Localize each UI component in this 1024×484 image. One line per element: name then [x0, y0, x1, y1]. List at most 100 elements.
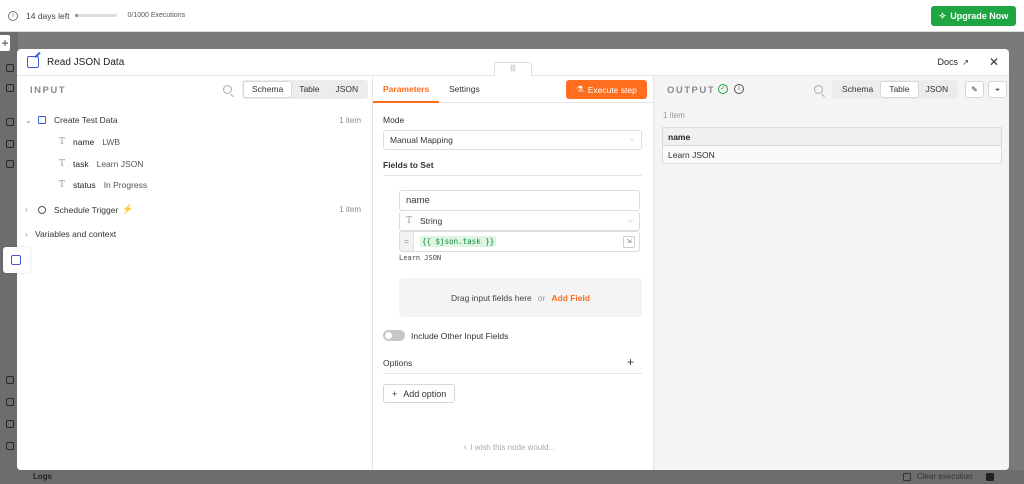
mode-label: Mode — [383, 115, 405, 125]
close-icon[interactable]: ✕ — [989, 55, 999, 69]
field-value: LWB — [102, 137, 121, 147]
output-view-schema[interactable]: Schema — [834, 82, 881, 97]
node-details-modal: Read JSON Data Docs ↗ ✕ ||| INPUT Schema… — [17, 49, 1009, 470]
schema-field-task[interactable]: T task Learn JSON — [59, 159, 143, 169]
add-option-label: Add option — [403, 388, 447, 399]
input-view-table[interactable]: Table — [291, 82, 327, 97]
input-view-schema[interactable]: Schema — [244, 82, 292, 97]
output-panel: OUTPUT ✓ i Schema Table JSON ✎ ⌖ 1 item … — [654, 76, 1009, 470]
tab-settings[interactable]: Settings — [449, 84, 480, 94]
table-header-cell[interactable]: name — [662, 127, 1002, 146]
table-row: Learn JSON — [662, 145, 1002, 164]
canvas-node-shortcut[interactable] — [3, 247, 30, 273]
logs-label[interactable]: Logs — [33, 472, 52, 481]
chevron-right-icon[interactable]: › — [25, 205, 35, 214]
edit-output-icon[interactable]: ✎ — [965, 81, 984, 98]
add-field-link[interactable]: Add Field — [551, 293, 590, 303]
drop-text: Drag input fields here — [450, 292, 532, 303]
field-key: status — [73, 180, 96, 190]
info-icon[interactable]: i — [734, 84, 744, 94]
execute-step-label: Execute step — [587, 84, 637, 95]
field-value-expression[interactable]: = {{ $json.task }} ⇲ — [399, 231, 640, 252]
tree-node-label: Schedule Trigger — [54, 204, 119, 215]
input-view-switcher: Schema Table JSON — [242, 80, 369, 99]
upgrade-now-button[interactable]: ✧ Upgrade Now — [931, 6, 1016, 26]
drag-handle[interactable]: ||| — [494, 62, 532, 76]
execute-step-button[interactable]: ⚗ Execute step — [566, 80, 647, 99]
upgrade-label: Upgrade Now — [950, 11, 1009, 21]
mode-value: Manual Mapping — [390, 135, 453, 145]
tab-parameters[interactable]: Parameters — [383, 84, 429, 94]
field-name-value: name — [406, 195, 430, 206]
output-item-count: 1 item — [663, 111, 685, 120]
expression-equals-icon: = — [400, 232, 414, 251]
bg-nav-icon — [6, 398, 14, 406]
input-panel-label: INPUT — [30, 85, 66, 96]
bg-nav-icon — [6, 118, 14, 126]
table-header-row: name — [662, 127, 1002, 146]
bg-nav-icon — [6, 376, 14, 384]
mode-select[interactable]: Manual Mapping ⌵ — [383, 130, 642, 150]
output-table: name Learn JSON — [662, 127, 1002, 164]
days-left-text: 14 days left — [26, 10, 70, 21]
bg-nav-icon — [6, 64, 14, 72]
output-view-table[interactable]: Table — [881, 82, 918, 97]
trigger-bolt-icon: ⚡ — [122, 204, 134, 214]
output-view-json[interactable]: JSON — [918, 82, 957, 97]
chevron-down-icon: ⌵ — [629, 136, 635, 143]
tree-node-create-test-data[interactable]: ⌄ Create Test Data 1 item — [25, 115, 367, 125]
add-option-button[interactable]: + Add option — [383, 384, 456, 403]
field-value: In Progress — [103, 180, 148, 190]
bg-nav-icon — [6, 160, 14, 168]
node-title[interactable]: Read JSON Data — [47, 57, 124, 68]
trial-banner: i 14 days left 0/1000 Executions ✧ Upgra… — [0, 0, 1024, 32]
bg-nav-icon — [6, 140, 14, 148]
search-icon[interactable] — [814, 85, 823, 94]
edit-node-icon — [38, 116, 46, 124]
bg-add-icon[interactable]: + — [0, 35, 10, 51]
include-other-fields-label: Include Other Input Fields — [411, 331, 509, 341]
tree-node-label: Create Test Data — [54, 115, 118, 125]
field-value: Learn JSON — [96, 159, 144, 169]
bg-nav-icon — [6, 420, 14, 428]
schema-field-status[interactable]: T status In Progress — [59, 180, 147, 190]
output-view-switcher: Schema Table JSON — [832, 80, 959, 99]
input-view-json[interactable]: JSON — [328, 82, 367, 97]
clear-execution-label[interactable]: Clear execution — [917, 472, 973, 481]
executions-count: 0/1000 Executions — [127, 12, 186, 19]
info-icon: i — [8, 10, 18, 21]
pin-data-icon[interactable]: ⌖ — [988, 81, 1007, 98]
wish-feedback-link[interactable]: ♀ I wish this node would... — [462, 443, 555, 452]
include-other-fields-toggle[interactable] — [383, 330, 405, 341]
external-link-icon: ↗ — [960, 58, 969, 67]
docs-label: Docs — [937, 57, 959, 67]
trial-progress-fill — [75, 14, 78, 17]
options-label: Options — [383, 358, 413, 368]
success-check-icon: ✓ — [718, 84, 728, 94]
field-type-select[interactable]: T String ⌵ — [399, 211, 640, 231]
schema-field-name[interactable]: T name LWB — [59, 137, 120, 147]
parameter-tabs: Parameters Settings ⚗ Execute step — [373, 76, 653, 103]
chevron-down-icon[interactable]: ⌄ — [25, 116, 35, 125]
field-type-value: String — [420, 215, 443, 226]
field-drop-zone[interactable]: Drag input fields here or Add Field — [399, 278, 642, 317]
tree-node-schedule-trigger[interactable]: › Schedule Trigger ⚡ 1 item — [25, 204, 367, 215]
variables-and-context[interactable]: › Variables and context — [25, 229, 116, 239]
divider — [383, 175, 642, 176]
parameters-panel: Parameters Settings ⚗ Execute step Mode … — [373, 76, 654, 470]
expand-expression-icon[interactable]: ⇲ — [623, 236, 635, 248]
field-name-input[interactable]: name — [399, 190, 640, 211]
item-count: 1 item — [339, 115, 361, 125]
panel-icon[interactable] — [986, 473, 994, 481]
item-count: 1 item — [339, 205, 361, 214]
wish-label: I wish this node would... — [470, 443, 556, 452]
field-key: name — [73, 137, 95, 147]
search-icon[interactable] — [223, 85, 232, 94]
text-type-icon: T — [59, 180, 66, 190]
text-type-icon: T — [406, 215, 413, 226]
table-cell[interactable]: Learn JSON — [662, 145, 1002, 164]
add-options-plus-icon[interactable]: + — [627, 355, 634, 369]
variables-label: Variables and context — [35, 229, 117, 239]
docs-link[interactable]: Docs ↗ — [938, 57, 969, 67]
chevron-right-icon[interactable]: › — [25, 230, 35, 239]
